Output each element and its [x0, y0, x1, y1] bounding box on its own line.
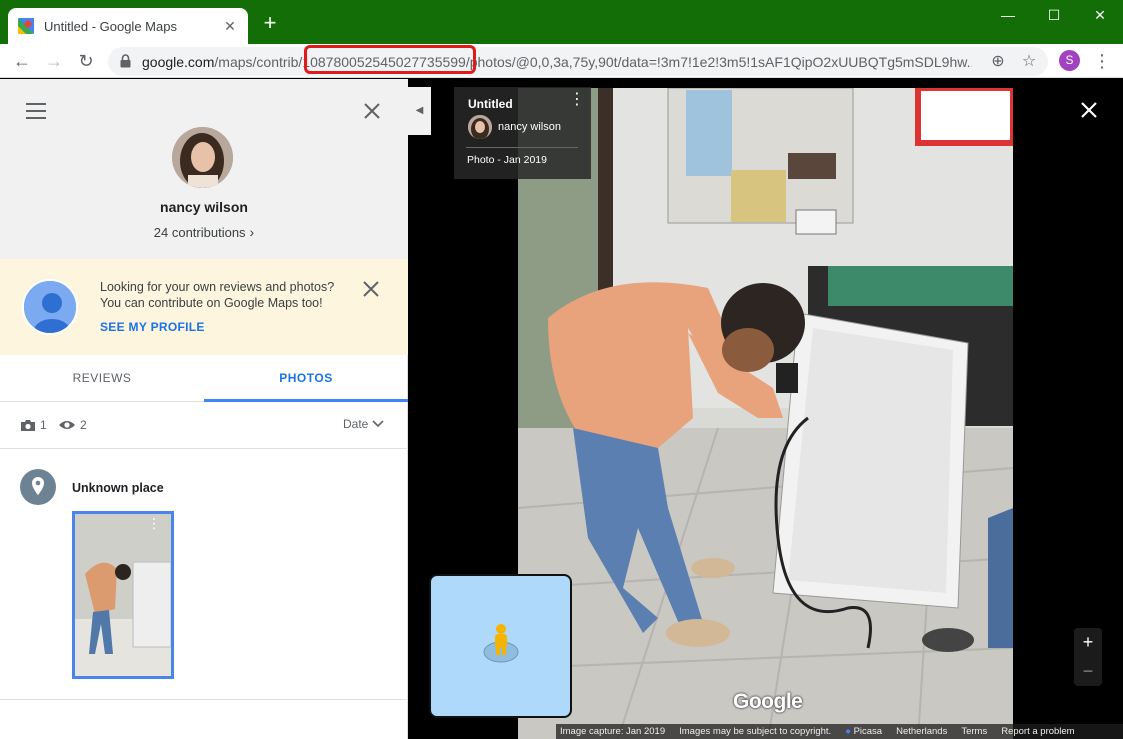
photo-stats-bar: 1 2 Date: [0, 402, 408, 449]
tab-photos[interactable]: PHOTOS: [204, 355, 408, 402]
photo-author[interactable]: nancy wilson: [498, 121, 561, 133]
star-icon[interactable]: ☆: [1019, 52, 1039, 72]
user-avatar: [172, 127, 233, 188]
image-source[interactable]: ● Picasa: [845, 726, 882, 737]
url-path-prefix: /maps/contrib/: [214, 54, 303, 70]
panel-tabs: REVIEWS PHOTOS: [0, 355, 408, 402]
browser-menu-icon[interactable]: ⋮: [1093, 49, 1111, 73]
view-count-value: 2: [80, 418, 87, 432]
zoom-in-button[interactable]: +: [1074, 628, 1102, 657]
default-avatar-icon: [22, 279, 78, 335]
user-name: nancy wilson: [160, 199, 248, 215]
url-path-suffix: /photos/@0,0,3a,75y,90t/data=!3m7!1e2!3m…: [465, 54, 972, 70]
tab-reviews[interactable]: REVIEWS: [0, 355, 204, 402]
address-bar[interactable]: google.com/maps/contrib/1087800525450277…: [108, 47, 1048, 76]
photo-more-options-icon[interactable]: ⋮: [569, 92, 585, 108]
zoom-out-button[interactable]: −: [1074, 657, 1102, 686]
contribute-promo: Looking for your own reviews and photos?…: [0, 259, 408, 355]
new-tab-button[interactable]: +: [258, 12, 282, 36]
image-capture-date: Image capture: Jan 2019: [560, 726, 666, 737]
promo-text: Looking for your own reviews and photos?…: [100, 279, 360, 311]
url-text: google.com/maps/contrib/1087800525450277…: [142, 54, 972, 70]
contributions-count: 24 contributions: [153, 225, 246, 240]
photo-thumbnail[interactable]: ⋮: [72, 511, 174, 679]
author-avatar: [468, 115, 492, 139]
picasa-icon: ●: [845, 726, 851, 737]
google-logo: Google: [733, 690, 803, 713]
image-source-label: Picasa: [853, 726, 883, 737]
promo-close-icon[interactable]: [362, 280, 380, 298]
viewer-close-icon[interactable]: [1079, 100, 1099, 120]
promo-line-1: Looking for your own reviews and photos?: [100, 280, 335, 294]
see-my-profile-link[interactable]: SEE MY PROFILE: [100, 320, 205, 334]
url-host: google.com: [142, 54, 215, 70]
chevron-right-icon: ›: [249, 224, 255, 240]
minimap[interactable]: [429, 574, 572, 718]
terms-link[interactable]: Terms: [961, 726, 987, 737]
profile-header: nancy wilson 24 contributions ›: [0, 79, 408, 259]
sort-dropdown[interactable]: Date: [343, 417, 384, 431]
google-maps-favicon-icon: [18, 18, 34, 34]
country-label: Netherlands: [896, 726, 948, 737]
thumbnail-more-icon[interactable]: ⋮: [147, 516, 161, 530]
photo-info-card: Untitled ⋮ nancy wilson Photo - Jan 2019: [454, 87, 591, 179]
eye-icon: [59, 421, 75, 429]
close-icon[interactable]: [362, 101, 382, 121]
map-footer: Image capture: Jan 2019 Images may be su…: [556, 724, 1123, 739]
view-count: 2: [58, 418, 87, 432]
contributions-link[interactable]: 24 contributions ›: [0, 224, 408, 240]
report-problem-link[interactable]: Report a problem: [1001, 726, 1074, 737]
window-close-button[interactable]: ✕: [1077, 0, 1123, 30]
browser-titlebar: Untitled - Google Maps ✕ + — ☐ ✕: [0, 0, 1123, 44]
photo-date: Photo - Jan 2019: [467, 154, 547, 166]
photo-title: Untitled: [468, 97, 513, 111]
reload-button[interactable]: ↻: [74, 49, 98, 73]
divider: [466, 147, 578, 148]
photo-count: 1: [20, 418, 47, 432]
contributor-panel: nancy wilson 24 contributions › Looking f…: [0, 79, 408, 739]
tab-close-icon[interactable]: ✕: [222, 18, 238, 35]
maximize-button[interactable]: ☐: [1031, 0, 1077, 30]
profile-avatar[interactable]: S: [1059, 50, 1080, 71]
back-button[interactable]: ←: [10, 49, 34, 73]
place-name: Unknown place: [72, 481, 164, 495]
hamburger-menu-icon[interactable]: [26, 103, 46, 119]
url-id-highlight-box: [304, 45, 476, 74]
camera-icon: [21, 419, 35, 431]
browser-tab[interactable]: Untitled - Google Maps ✕: [8, 8, 248, 44]
photo-count-value: 1: [40, 418, 47, 432]
promo-line-2: You can contribute on Google Maps too!: [100, 296, 323, 310]
copyright-notice: Images may be subject to copyright.: [679, 726, 832, 737]
window-controls: — ☐ ✕: [985, 0, 1123, 30]
collapse-panel-button[interactable]: ◀: [408, 87, 431, 135]
street-photo[interactable]: [518, 88, 1013, 739]
chevron-down-icon: [372, 420, 384, 428]
browser-toolbar: ← → ↻ google.com/maps/contrib/1087800525…: [0, 44, 1123, 78]
lock-icon: [120, 54, 131, 68]
zoom-controls: + −: [1074, 628, 1102, 686]
divider: [0, 699, 408, 700]
add-bookmark-circle-icon[interactable]: ⊕: [988, 52, 1008, 72]
tab-title: Untitled - Google Maps: [44, 18, 177, 34]
sort-label: Date: [343, 417, 369, 431]
forward-button[interactable]: →: [42, 49, 66, 73]
place-pin-icon: [20, 469, 56, 505]
minimize-button[interactable]: —: [985, 0, 1031, 30]
